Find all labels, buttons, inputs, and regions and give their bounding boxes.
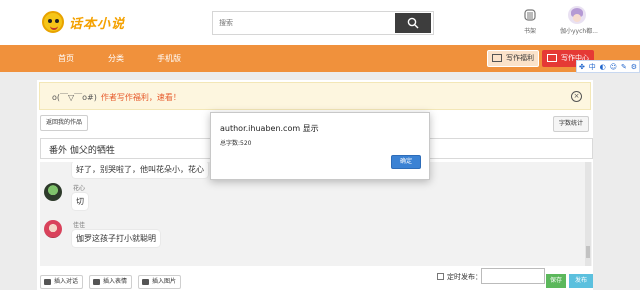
notice-banner: o(￣▽￣o#) 作者写作福利，速看！ × — [39, 82, 591, 110]
avatar — [568, 6, 586, 24]
dialog-message: 总字数:520 — [220, 140, 252, 147]
site-logo[interactable]: 话本小说 — [42, 11, 125, 33]
ime-toolbar: ✤ 中 ◐ ☺ ✎ ⚙ — [576, 60, 640, 73]
scrollbar-thumb[interactable] — [586, 246, 590, 258]
main-nav: 首页 分类 手机版 写作福利 写作中心 — [0, 45, 640, 72]
write-benefit-button[interactable]: 写作福利 — [487, 50, 539, 67]
insert-emoji-button[interactable]: 插入表情 — [89, 275, 133, 289]
bookshelf-link[interactable]: 书架 — [518, 8, 542, 35]
pen-icon — [547, 54, 557, 62]
moon-icon[interactable]: ◐ — [600, 63, 606, 71]
nav-category[interactable]: 分类 — [108, 45, 124, 72]
nav-mobile[interactable]: 手机版 — [157, 45, 181, 72]
notice-text: o(￣▽￣o#) 作者写作福利，速看！ — [52, 92, 181, 103]
scrollbar[interactable] — [585, 162, 591, 266]
search-button[interactable] — [395, 13, 431, 33]
bookshelf-icon — [524, 9, 536, 21]
ok-button[interactable]: 确定 — [391, 155, 421, 169]
message-bubble: 好了，别哭啦了，他叫花朵小，花心 — [72, 162, 208, 178]
message-bubble: 切 — [72, 193, 88, 210]
publish-button[interactable]: 发布 — [569, 274, 593, 288]
paw-icon[interactable]: ✤ — [579, 63, 585, 71]
speaker-name: 佳佳 — [73, 222, 86, 229]
user-menu[interactable]: 伽小yych都... — [560, 6, 620, 35]
notice-link[interactable]: 作者写作福利，速看！ — [101, 93, 181, 102]
schedule-checkbox[interactable] — [437, 273, 444, 280]
avatar — [44, 183, 62, 201]
search-bar — [212, 11, 434, 35]
insert-image-label: 插入图片 — [152, 278, 177, 285]
ime-lang[interactable]: 中 — [589, 62, 596, 72]
gift-icon — [492, 54, 502, 62]
insert-dialog-button[interactable]: 插入对话 — [40, 275, 84, 289]
chat-icon — [44, 279, 51, 285]
close-icon[interactable]: × — [571, 91, 582, 102]
top-header: 话本小说 书架 伽小yych都... — [0, 0, 640, 45]
logo-emblem-icon — [42, 11, 64, 33]
schedule-time-input[interactable] — [481, 268, 545, 284]
insert-emoji-label: 插入表情 — [103, 278, 128, 285]
gear-icon[interactable]: ⚙ — [631, 63, 637, 71]
message-bubble: 伽罗这孩子打小就聪明 — [72, 230, 160, 247]
nav-home[interactable]: 首页 — [58, 45, 74, 72]
wordcount-button[interactable]: 字数统计 — [553, 116, 590, 132]
speaker-name: 花心 — [73, 185, 86, 192]
brush-icon[interactable]: ✎ — [621, 63, 627, 71]
write-benefit-label: 写作福利 — [506, 54, 534, 62]
schedule-label: 定时发布： — [447, 273, 482, 281]
alert-dialog: author.ihuaben.com 显示 总字数:520 确定 — [210, 112, 430, 180]
back-to-works-button[interactable]: 返回我的作品 — [40, 115, 89, 131]
bookshelf-label: 书架 — [523, 28, 536, 35]
user-name: 伽小yych都... — [560, 28, 598, 35]
image-icon — [142, 279, 149, 285]
insert-dialog-label: 插入对话 — [54, 278, 79, 285]
search-icon — [407, 17, 419, 29]
dialog-title: author.ihuaben.com 显示 — [220, 124, 319, 133]
logo-text: 话本小说 — [69, 16, 126, 32]
insert-image-button[interactable]: 插入图片 — [138, 275, 182, 289]
smile-icon[interactable]: ☺ — [610, 63, 617, 71]
avatar — [44, 220, 62, 238]
search-input[interactable] — [213, 12, 397, 34]
save-button[interactable]: 保存 — [546, 274, 566, 288]
notice-prefix: o(￣▽￣o#) — [52, 93, 97, 102]
chapter-title: 番外 伽父的牺牲 — [49, 146, 115, 156]
emoji-icon — [93, 279, 100, 285]
